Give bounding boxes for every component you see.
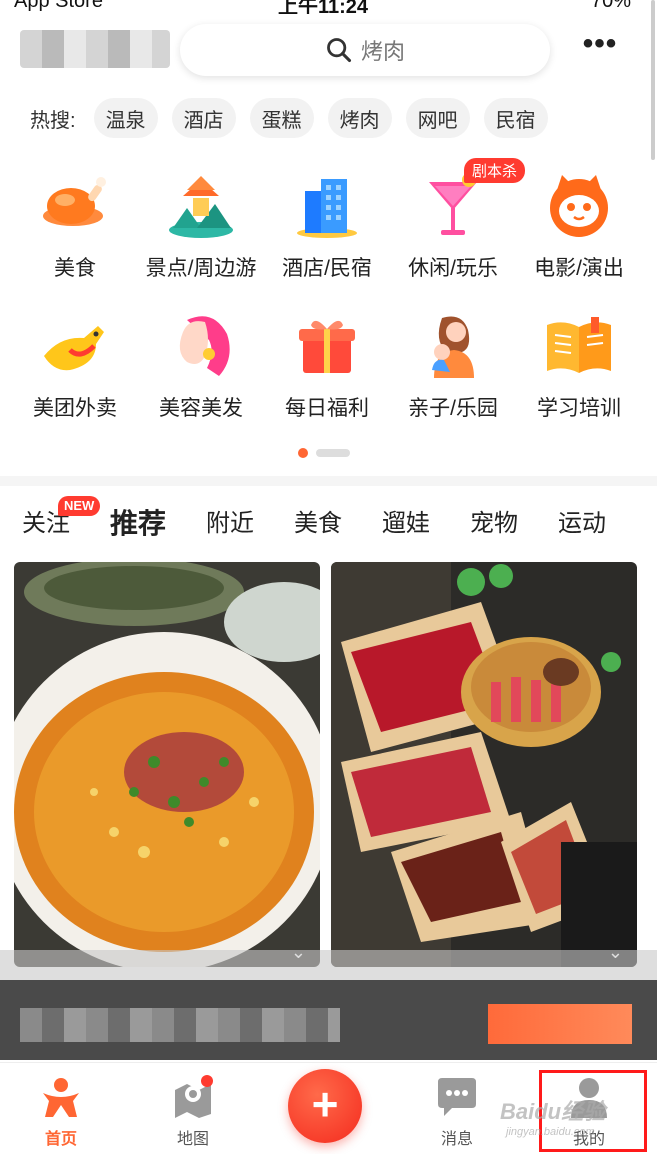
promo-action-blurred[interactable]	[488, 1004, 632, 1044]
category-hotel[interactable]: 酒店/民宿	[264, 168, 390, 284]
promo-text-blurred	[20, 1008, 340, 1042]
status-time: 上午11:24	[278, 0, 369, 14]
category-food[interactable]: 美食	[12, 168, 138, 284]
nav-label: 消息	[440, 1131, 473, 1148]
hot-search-chip[interactable]: 蛋糕	[249, 98, 314, 138]
hot-search-chip[interactable]: 民宿	[483, 98, 548, 138]
status-bar: App Store 上午11:24 70%	[0, 0, 657, 14]
woman-hair-icon	[163, 308, 239, 384]
category-label: 酒店/民宿	[282, 257, 372, 280]
category-scenic[interactable]: 景点/周边游	[138, 168, 264, 284]
hot-search-chip[interactable]: 温泉	[93, 98, 158, 138]
home-mascot-icon	[39, 1075, 83, 1119]
category-parent-child[interactable]: 亲子/乐园	[390, 308, 516, 424]
category-label: 美容美发	[159, 397, 243, 420]
scrollbar[interactable]	[651, 0, 655, 160]
baidu-watermark: Baidu经验 jingyan.baidu.com	[500, 1099, 606, 1138]
category-label: 每日福利	[285, 397, 369, 420]
search-icon	[327, 38, 352, 63]
cat-face-icon	[541, 168, 617, 244]
header: 烤肉 •••	[0, 14, 657, 94]
mother-child-icon	[415, 308, 491, 384]
status-battery: 70%	[590, 0, 631, 12]
nav-messages[interactable]: 消息	[412, 1075, 502, 1149]
category-label: 电影/演出	[534, 257, 624, 280]
category-label: 休闲/玩乐	[408, 257, 498, 280]
tab-pets[interactable]: 宠物	[470, 496, 518, 552]
nav-label: 首页	[44, 1131, 77, 1148]
category-label: 学习培训	[537, 397, 621, 420]
page-indicator	[298, 448, 350, 458]
chat-bubble-icon	[435, 1075, 479, 1119]
notification-dot	[201, 1075, 213, 1087]
tab-food[interactable]: 美食	[294, 496, 342, 552]
category-grid: 美食 景点/周边游 酒店/民宿 剧本杀 休闲/玩乐 电影/演出 美团外卖 美容美…	[12, 158, 642, 424]
roast-chicken-icon	[37, 168, 113, 244]
page-dot-active	[298, 448, 308, 458]
feed-card[interactable]: ⌄	[14, 562, 320, 967]
more-button[interactable]: •••	[578, 29, 622, 68]
category-beauty[interactable]: 美容美发	[138, 308, 264, 424]
nav-label: 地图	[176, 1131, 209, 1148]
category-leisure[interactable]: 剧本杀 休闲/玩乐	[390, 158, 526, 284]
category-label: 景点/周边游	[145, 257, 257, 280]
gift-box-icon	[289, 308, 365, 384]
section-divider	[0, 476, 657, 486]
feed-tabs: 关注 NEW 推荐 附近 美食 遛娃 宠物 运动	[22, 496, 606, 552]
kangaroo-icon	[37, 308, 113, 384]
tab-kids[interactable]: 遛娃	[382, 496, 430, 552]
hot-search-chip[interactable]: 烤肉	[327, 98, 392, 138]
add-button[interactable]: +	[288, 1069, 362, 1143]
search-placeholder: 烤肉	[360, 39, 405, 64]
tab-sports[interactable]: 运动	[558, 496, 606, 552]
nav-home[interactable]: 首页	[16, 1075, 106, 1149]
category-label: 美团外卖	[33, 397, 117, 420]
category-daily-welfare[interactable]: 每日福利	[264, 308, 390, 424]
status-back-label[interactable]: App Store	[14, 0, 103, 13]
hotel-building-icon	[289, 168, 365, 244]
category-takeout[interactable]: 美团外卖	[12, 308, 138, 424]
category-label: 美食	[54, 257, 96, 280]
page-dot	[316, 449, 350, 457]
tab-follow[interactable]: 关注 NEW	[22, 496, 101, 552]
open-book-icon	[541, 308, 617, 384]
raw-meat-platter-photo	[331, 562, 637, 967]
map-pin-icon	[171, 1075, 215, 1119]
plus-icon: +	[311, 1078, 339, 1130]
category-education[interactable]: 学习培训	[516, 308, 642, 424]
promo-banner-blurred[interactable]	[0, 950, 657, 1060]
new-badge: NEW	[58, 496, 101, 516]
hot-search-bar: 热搜: 温泉 酒店 蛋糕 烤肉 网吧 民宿	[30, 98, 548, 138]
hot-search-label: 热搜:	[30, 109, 76, 132]
tomato-egg-noodle-soup-photo	[14, 562, 320, 967]
category-label: 亲子/乐园	[408, 397, 498, 420]
hot-search-chip[interactable]: 酒店	[171, 98, 236, 138]
feed-card[interactable]: ⌄	[331, 562, 637, 967]
nav-map[interactable]: 地图	[148, 1075, 238, 1149]
tab-recommend[interactable]: 推荐	[110, 496, 167, 552]
category-movie[interactable]: 电影/演出	[516, 168, 642, 284]
search-input[interactable]: 烤肉	[180, 24, 550, 76]
hot-search-chip[interactable]: 网吧	[405, 98, 470, 138]
pavilion-icon	[163, 168, 239, 244]
city-selector-blurred[interactable]	[20, 30, 170, 68]
tab-nearby[interactable]: 附近	[206, 496, 254, 552]
